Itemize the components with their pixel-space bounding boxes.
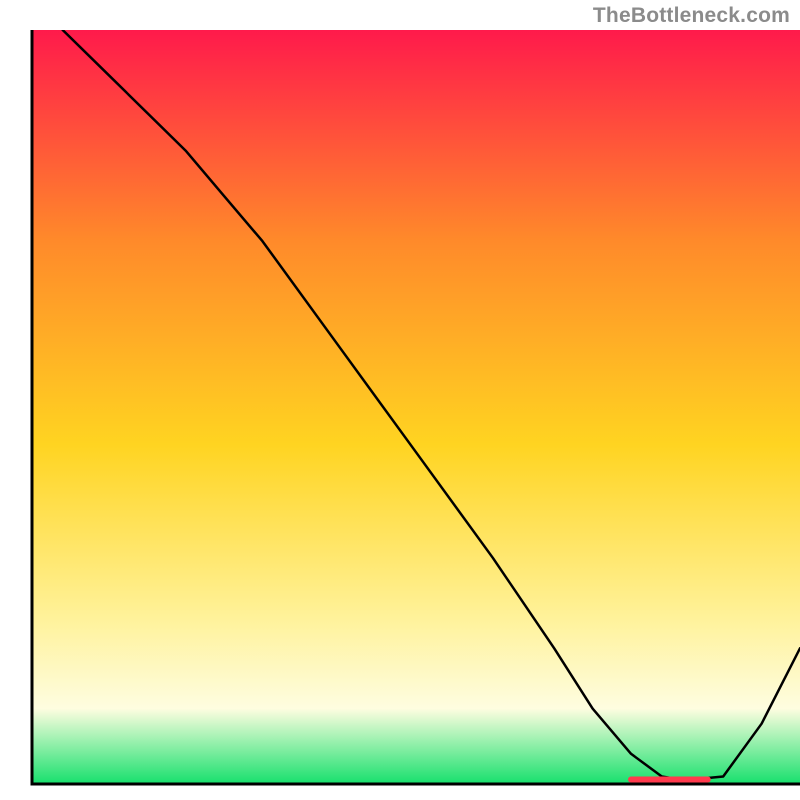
bottleneck-chart [0,0,800,800]
plot-background [32,30,800,784]
chart-container: { "attribution": "TheBottleneck.com", "c… [0,0,800,800]
